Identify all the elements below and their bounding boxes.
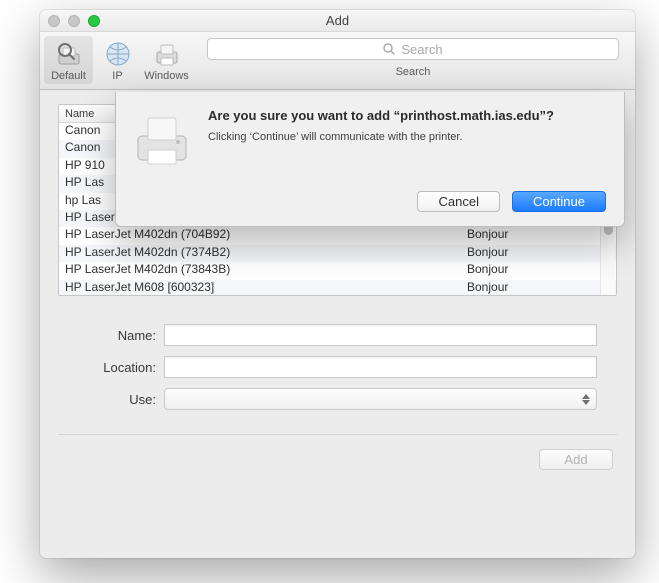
name-label: Name:	[78, 328, 164, 343]
close-window-button[interactable]	[48, 15, 60, 27]
search-icon	[383, 43, 395, 55]
toolbar-tabs: Default IP	[40, 32, 191, 84]
tab-ip[interactable]: IP	[93, 36, 142, 84]
cell-name: HP LaserJet M402dn (7374B2)	[59, 245, 461, 262]
window-titlebar: Add	[40, 10, 635, 32]
cell-kind: Bonjour	[461, 262, 616, 279]
cell-name: HP LaserJet M608 [600323]	[59, 280, 461, 296]
cell-kind: Bonjour	[461, 227, 616, 244]
search-placeholder: Search	[401, 42, 442, 57]
globe-icon	[102, 38, 134, 70]
continue-button[interactable]: Continue	[512, 191, 606, 212]
tab-label: IP	[112, 70, 122, 82]
magnifier-printer-icon	[53, 38, 85, 70]
table-row[interactable]: HP LaserJet M402dn (7374B2)Bonjour	[59, 245, 616, 262]
location-field[interactable]	[164, 356, 597, 378]
table-row[interactable]: HP LaserJet M402dn (704B92)Bonjour	[59, 227, 616, 244]
cancel-button[interactable]: Cancel	[417, 191, 499, 212]
use-select[interactable]	[164, 388, 597, 410]
add-button: Add	[539, 449, 613, 470]
tab-label: Default	[51, 70, 86, 82]
cell-kind: Bonjour	[461, 280, 616, 296]
zoom-window-button[interactable]	[88, 15, 100, 27]
table-row[interactable]: HP LaserJet M402dn (73843B)Bonjour	[59, 262, 616, 279]
confirm-add-sheet: Are you sure you want to add “printhost.…	[115, 92, 625, 227]
location-label: Location:	[78, 360, 164, 375]
use-label: Use:	[78, 392, 164, 407]
toolbar: Default IP	[40, 32, 635, 90]
name-field[interactable]	[164, 324, 597, 346]
add-printer-window: Add Default	[40, 10, 635, 558]
printer-icon	[151, 38, 183, 70]
window-title: Add	[40, 13, 635, 28]
dialog-message: Clicking ‘Continue’ will communicate wit…	[208, 131, 606, 143]
cell-name: HP LaserJet M402dn (73843B)	[59, 262, 461, 279]
dialog-title: Are you sure you want to add “printhost.…	[208, 108, 606, 125]
search-input[interactable]: Search	[207, 38, 619, 60]
footer: Add	[58, 449, 617, 470]
tab-label: Windows	[144, 70, 189, 82]
search-label: Search	[396, 66, 431, 78]
select-stepper-icon	[582, 394, 590, 405]
tab-default[interactable]: Default	[44, 36, 93, 84]
cell-kind: Bonjour	[461, 245, 616, 262]
cell-name: HP LaserJet M402dn (704B92)	[59, 227, 461, 244]
tab-windows[interactable]: Windows	[142, 36, 191, 84]
minimize-window-button[interactable]	[68, 15, 80, 27]
separator	[58, 434, 617, 435]
traffic-lights	[48, 15, 100, 27]
printer-form: Name: Location: Use:	[58, 324, 617, 410]
table-row[interactable]: HP LaserJet M608 [600323]Bonjour	[59, 280, 616, 296]
printer-large-icon	[130, 108, 194, 172]
